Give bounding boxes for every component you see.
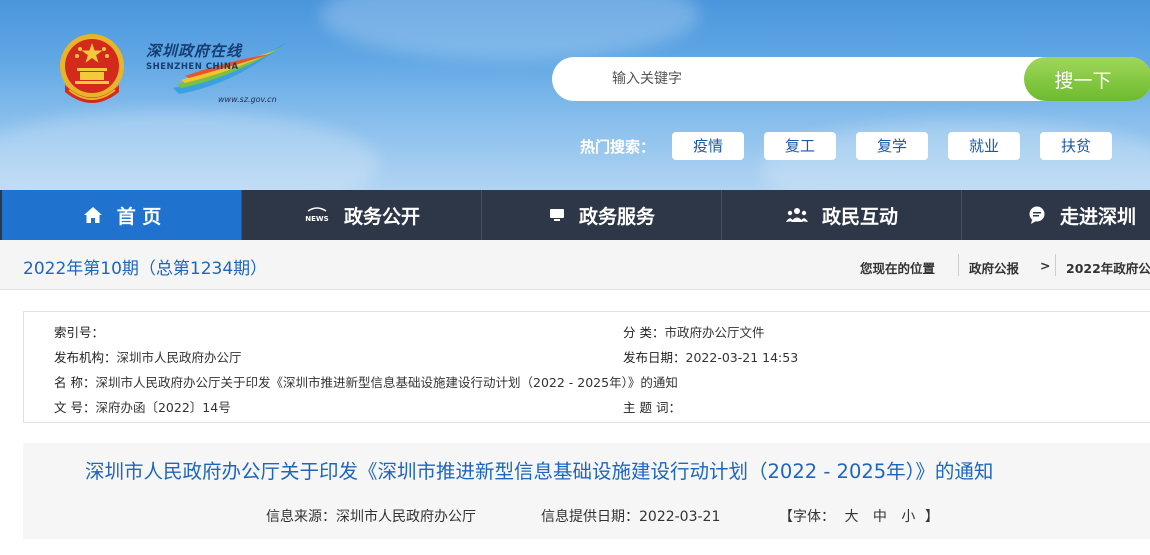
font-size-large-button[interactable]: 大: [844, 509, 858, 525]
people-icon: [785, 207, 808, 223]
nav-item-government-affairs[interactable]: NEWS 政务公开: [242, 190, 482, 240]
hot-search-tag[interactable]: 扶贫: [1040, 132, 1112, 160]
cloud-decoration: [320, 0, 700, 60]
hot-search-tag[interactable]: 就业: [948, 132, 1020, 160]
font-size-close-bracket: 】: [924, 509, 939, 525]
breadcrumb-link-gazette-2022[interactable]: 2022年政府公报: [1066, 258, 1150, 277]
article-header: 深圳市人民政府办公厅关于印发《深圳市推进新型信息基础设施建设行动计划（2022 …: [23, 443, 1150, 539]
breadcrumb-separator: >: [1040, 258, 1051, 273]
nav-item-label: 政民互动: [821, 205, 898, 228]
search-input[interactable]: [612, 57, 1012, 101]
article-date: 信息提供日期：2022-03-21: [541, 509, 721, 525]
nav-item-label: 政务公开: [343, 205, 420, 228]
hot-search-tag[interactable]: 复学: [856, 132, 928, 160]
nav-item-label: 政务服务: [578, 205, 655, 228]
meta-index-no: 索引号：: [54, 325, 105, 340]
nav-item-label: 首 页: [116, 205, 162, 228]
brand-url: www.sz.gov.cn: [218, 95, 277, 104]
nav-item-services[interactable]: 政务服务: [482, 190, 722, 240]
nav-item-interaction[interactable]: 政民互动: [722, 190, 962, 240]
site-header: 深圳政府在线 SHENZHEN CHINA www.sz.gov.cn 搜一下 …: [0, 0, 1150, 190]
national-emblem-icon: [60, 34, 124, 103]
hot-search-tag[interactable]: 疫情: [672, 132, 744, 160]
meta-category: 分 类：市政府办公厅文件: [623, 325, 765, 340]
issue-bar: 2022年第10期（总第1234期） 您现在的位置 政府公报 > 2022年政府…: [0, 240, 1150, 290]
nav-item-label: 走进深圳: [1059, 205, 1136, 228]
chat-icon: [1028, 206, 1046, 224]
font-size-selector: 【字体： 大 中 小 】: [779, 506, 939, 526]
nav-item-about-shenzhen[interactable]: 走进深圳: [962, 190, 1150, 240]
main-nav: 首 页 NEWS 政务公开 政务服务 政民互动 走进深圳: [0, 190, 1150, 240]
meta-doc-no: 文 号：深府办函〔2022〕14号: [54, 400, 231, 415]
document-metadata: 索引号： 分 类：市政府办公厅文件 发布机构：深圳市人民政府办公厅 发布日期：2…: [23, 311, 1150, 423]
breadcrumb-divider: [1055, 254, 1056, 276]
cloud-decoration: [0, 110, 380, 190]
home-icon: [83, 206, 103, 224]
breadcrumb-divider: [958, 254, 959, 276]
news-icon: NEWS: [304, 207, 330, 223]
meta-publish-date: 发布日期：2022-03-21 14:53: [623, 350, 799, 365]
meta-name: 名 称：深圳市人民政府办公厅关于印发《深圳市推进新型信息基础设施建设行动计划（2…: [54, 375, 678, 390]
monitor-icon: [549, 207, 565, 223]
hot-search-label: 热门搜索：: [580, 138, 656, 156]
meta-keywords: 主 题 词：: [623, 400, 681, 415]
meta-publisher: 发布机构：深圳市人民政府办公厅: [54, 350, 242, 365]
issue-title: 2022年第10期（总第1234期）: [23, 259, 268, 279]
search-bar: 搜一下: [552, 57, 1150, 101]
breadcrumb-link-gazette[interactable]: 政府公报: [969, 258, 1019, 277]
search-button[interactable]: 搜一下: [1024, 57, 1150, 101]
hot-search-tag[interactable]: 复工: [764, 132, 836, 160]
font-size-small-button[interactable]: 小: [901, 509, 915, 525]
breadcrumb-label: 您现在的位置: [860, 261, 936, 276]
nav-item-home[interactable]: 首 页: [2, 190, 242, 240]
article-source: 信息来源：深圳市人民政府办公厅: [266, 509, 476, 525]
brand-name-english: SHENZHEN CHINA: [146, 62, 239, 72]
svg-text:NEWS: NEWS: [305, 215, 328, 223]
font-size-medium-button[interactable]: 中: [873, 509, 887, 525]
article-title: 深圳市人民政府办公厅关于印发《深圳市推进新型信息基础设施建设行动计划（2022 …: [85, 460, 994, 483]
font-size-label: 【字体：: [779, 509, 835, 525]
